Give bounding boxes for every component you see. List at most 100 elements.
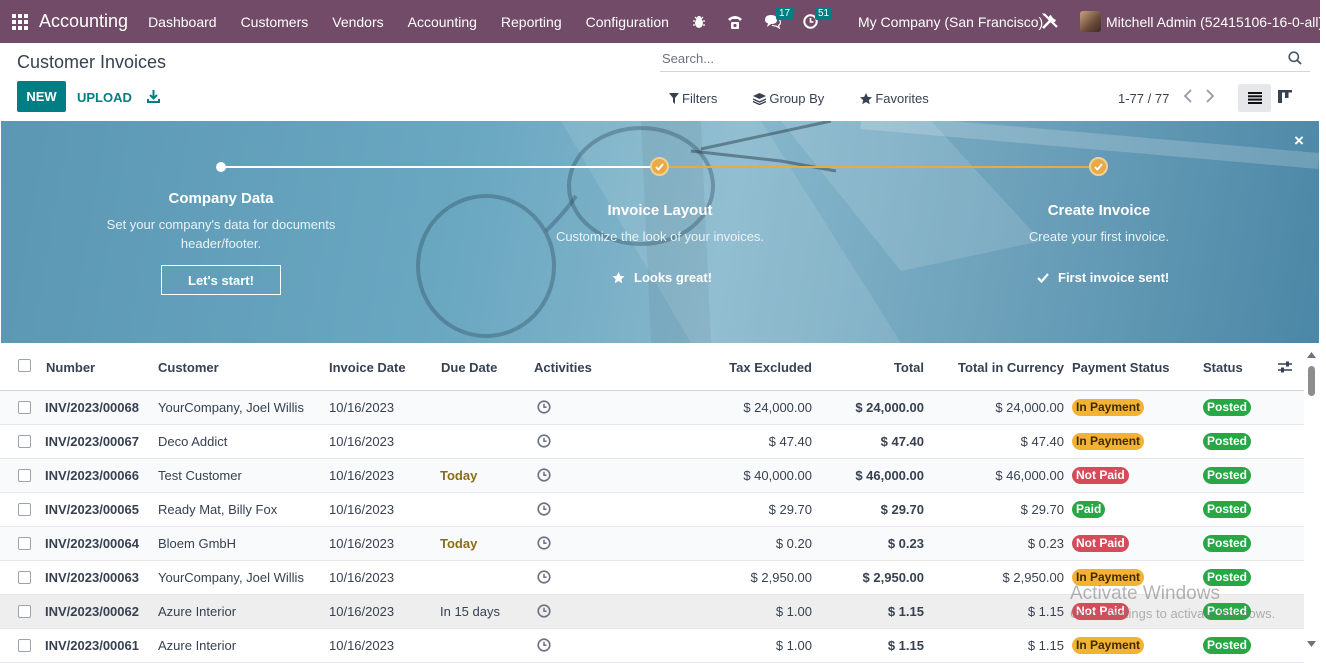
due-date: Today bbox=[440, 468, 478, 483]
messages-icon[interactable]: 17 bbox=[764, 7, 794, 29]
favorites-toggle[interactable]: Favorites bbox=[860, 91, 946, 106]
kanban-view-icon[interactable] bbox=[1278, 90, 1292, 106]
invoice-number[interactable]: INV/2023/00068 bbox=[45, 400, 139, 415]
total: $ 29.70 bbox=[880, 502, 924, 517]
column-invoice-date[interactable]: Invoice Date bbox=[329, 360, 406, 375]
activity-clock-icon[interactable] bbox=[537, 434, 551, 451]
row-checkbox[interactable] bbox=[18, 605, 31, 618]
tax-excluded: $ 29.70 bbox=[768, 502, 812, 517]
column-due-date[interactable]: Due Date bbox=[441, 360, 497, 375]
invoice-number[interactable]: INV/2023/00066 bbox=[45, 468, 139, 483]
user-avatar[interactable] bbox=[1080, 11, 1101, 32]
group-by-toggle[interactable]: Group By bbox=[753, 91, 842, 106]
menu-configuration[interactable]: Configuration bbox=[586, 14, 669, 30]
customer-name[interactable]: Ready Mat, Billy Fox bbox=[158, 502, 277, 517]
table-row[interactable]: INV/2023/00066 Test Customer 10/16/2023 Tod… bbox=[0, 459, 1304, 493]
table-row[interactable]: INV/2023/00064 Bloem GmbH 10/16/2023 Today $… bbox=[0, 527, 1304, 561]
invoice-number[interactable]: INV/2023/00062 bbox=[45, 604, 139, 619]
scroll-down-icon[interactable] bbox=[1307, 641, 1316, 647]
column-tax-excluded[interactable]: Tax Excluded bbox=[729, 360, 812, 375]
invoice-number[interactable]: INV/2023/00065 bbox=[45, 502, 139, 517]
pager-value[interactable]: 1-77 / 77 bbox=[1118, 91, 1169, 106]
apps-grid-icon[interactable] bbox=[12, 13, 28, 30]
row-checkbox[interactable] bbox=[18, 435, 31, 448]
column-total[interactable]: Total bbox=[894, 360, 924, 375]
invoice-number[interactable]: INV/2023/00061 bbox=[45, 638, 139, 653]
upload-button[interactable]: UPLOAD bbox=[77, 90, 132, 105]
step-3-description: Create your first invoice. bbox=[1028, 229, 1170, 244]
due-date: In 15 days bbox=[440, 604, 500, 619]
app-name[interactable]: Accounting bbox=[39, 11, 128, 32]
column-payment-status[interactable]: Payment Status bbox=[1072, 360, 1170, 375]
user-menu[interactable]: Mitchell Admin (52415106-16-0-all) bbox=[1106, 14, 1323, 30]
select-all-checkbox[interactable] bbox=[18, 359, 31, 372]
optional-columns-icon[interactable] bbox=[1278, 361, 1292, 376]
invoice-number[interactable]: INV/2023/00067 bbox=[45, 434, 139, 449]
column-total-in-currency[interactable]: Total in Currency bbox=[958, 360, 1064, 375]
row-checkbox[interactable] bbox=[18, 469, 31, 482]
column-status[interactable]: Status bbox=[1203, 360, 1243, 375]
download-icon[interactable] bbox=[147, 89, 160, 106]
activity-clock-icon[interactable] bbox=[537, 502, 551, 519]
scroll-up-icon[interactable] bbox=[1307, 352, 1316, 358]
step-3-action[interactable]: First invoice sent! bbox=[1037, 270, 1169, 285]
activity-clock-icon[interactable] bbox=[537, 400, 551, 417]
invoice-number[interactable]: INV/2023/00063 bbox=[45, 570, 139, 585]
column-number[interactable]: Number bbox=[46, 360, 95, 375]
tools-icon[interactable] bbox=[1041, 12, 1059, 33]
vertical-scrollbar[interactable] bbox=[1305, 350, 1320, 656]
bug-icon[interactable] bbox=[692, 15, 706, 29]
customer-name[interactable]: Azure Interior bbox=[158, 604, 236, 619]
search-icon[interactable] bbox=[1288, 51, 1302, 68]
watermark-subtitle: Go to Settings to activate Windows. bbox=[1070, 606, 1276, 621]
step-1-title: Company Data bbox=[168, 190, 274, 207]
column-customer[interactable]: Customer bbox=[158, 360, 219, 375]
table-row[interactable]: INV/2023/00061 Azure Interior 10/16/2023 $ … bbox=[0, 629, 1304, 663]
invoice-number[interactable]: INV/2023/00064 bbox=[45, 536, 139, 551]
table-row[interactable]: INV/2023/00067 Deco Addict 10/16/2023 $ 47.… bbox=[0, 425, 1304, 459]
chevron-left-icon[interactable] bbox=[1183, 89, 1193, 106]
menu-vendors[interactable]: Vendors bbox=[332, 14, 383, 30]
search-input[interactable] bbox=[660, 46, 1260, 70]
list-view-button[interactable] bbox=[1238, 84, 1271, 112]
menu-dashboard[interactable]: Dashboard bbox=[148, 14, 217, 30]
total-in-currency: $ 46,000.00 bbox=[995, 468, 1064, 483]
company-switcher[interactable]: My Company (San Francisco) bbox=[858, 14, 1043, 30]
menu-reporting[interactable]: Reporting bbox=[501, 14, 562, 30]
activity-clock-icon[interactable] bbox=[537, 468, 551, 485]
close-banner-button[interactable]: × bbox=[1294, 131, 1304, 151]
tax-excluded: $ 0.20 bbox=[775, 536, 812, 551]
payment-status-badge: In Payment bbox=[1072, 433, 1145, 450]
column-activities[interactable]: Activities bbox=[534, 360, 592, 375]
chevron-right-icon[interactable] bbox=[1205, 89, 1215, 106]
row-checkbox[interactable] bbox=[18, 401, 31, 414]
customer-name[interactable]: Bloem GmbH bbox=[158, 536, 236, 551]
customer-name[interactable]: YourCompany, Joel Willis bbox=[158, 400, 304, 415]
activity-clock-icon[interactable] bbox=[537, 536, 551, 553]
lets-start-button[interactable]: Let's start! bbox=[161, 265, 281, 295]
new-button[interactable]: NEW bbox=[17, 81, 66, 112]
step-1-marker bbox=[216, 162, 226, 172]
row-checkbox[interactable] bbox=[18, 537, 31, 550]
table-row[interactable]: INV/2023/00068 YourCompany, Joel Willis 10… bbox=[0, 391, 1304, 425]
activity-clock-icon[interactable] bbox=[537, 570, 551, 587]
row-checkbox[interactable] bbox=[18, 503, 31, 516]
scrollbar-thumb[interactable] bbox=[1308, 366, 1315, 396]
menu-accounting[interactable]: Accounting bbox=[408, 14, 477, 30]
activity-clock-icon[interactable] bbox=[537, 604, 551, 621]
phone-icon[interactable] bbox=[726, 14, 744, 30]
activity-clock-icon[interactable] bbox=[537, 638, 551, 655]
table-row[interactable]: INV/2023/00065 Ready Mat, Billy Fox 10/16/… bbox=[0, 493, 1304, 527]
menu-customers[interactable]: Customers bbox=[241, 14, 309, 30]
payment-status-badge: Not Paid bbox=[1072, 467, 1129, 484]
step-2-action[interactable]: Looks great! bbox=[612, 270, 712, 285]
filters-toggle[interactable]: Filters bbox=[669, 91, 735, 106]
customer-name[interactable]: YourCompany, Joel Willis bbox=[158, 570, 304, 585]
row-checkbox[interactable] bbox=[18, 571, 31, 584]
customer-name[interactable]: Deco Addict bbox=[158, 434, 227, 449]
customer-name[interactable]: Test Customer bbox=[158, 468, 242, 483]
activities-clock-icon[interactable]: 51 bbox=[803, 7, 833, 29]
list-icon bbox=[1247, 92, 1262, 104]
customer-name[interactable]: Azure Interior bbox=[158, 638, 236, 653]
row-checkbox[interactable] bbox=[18, 639, 31, 652]
